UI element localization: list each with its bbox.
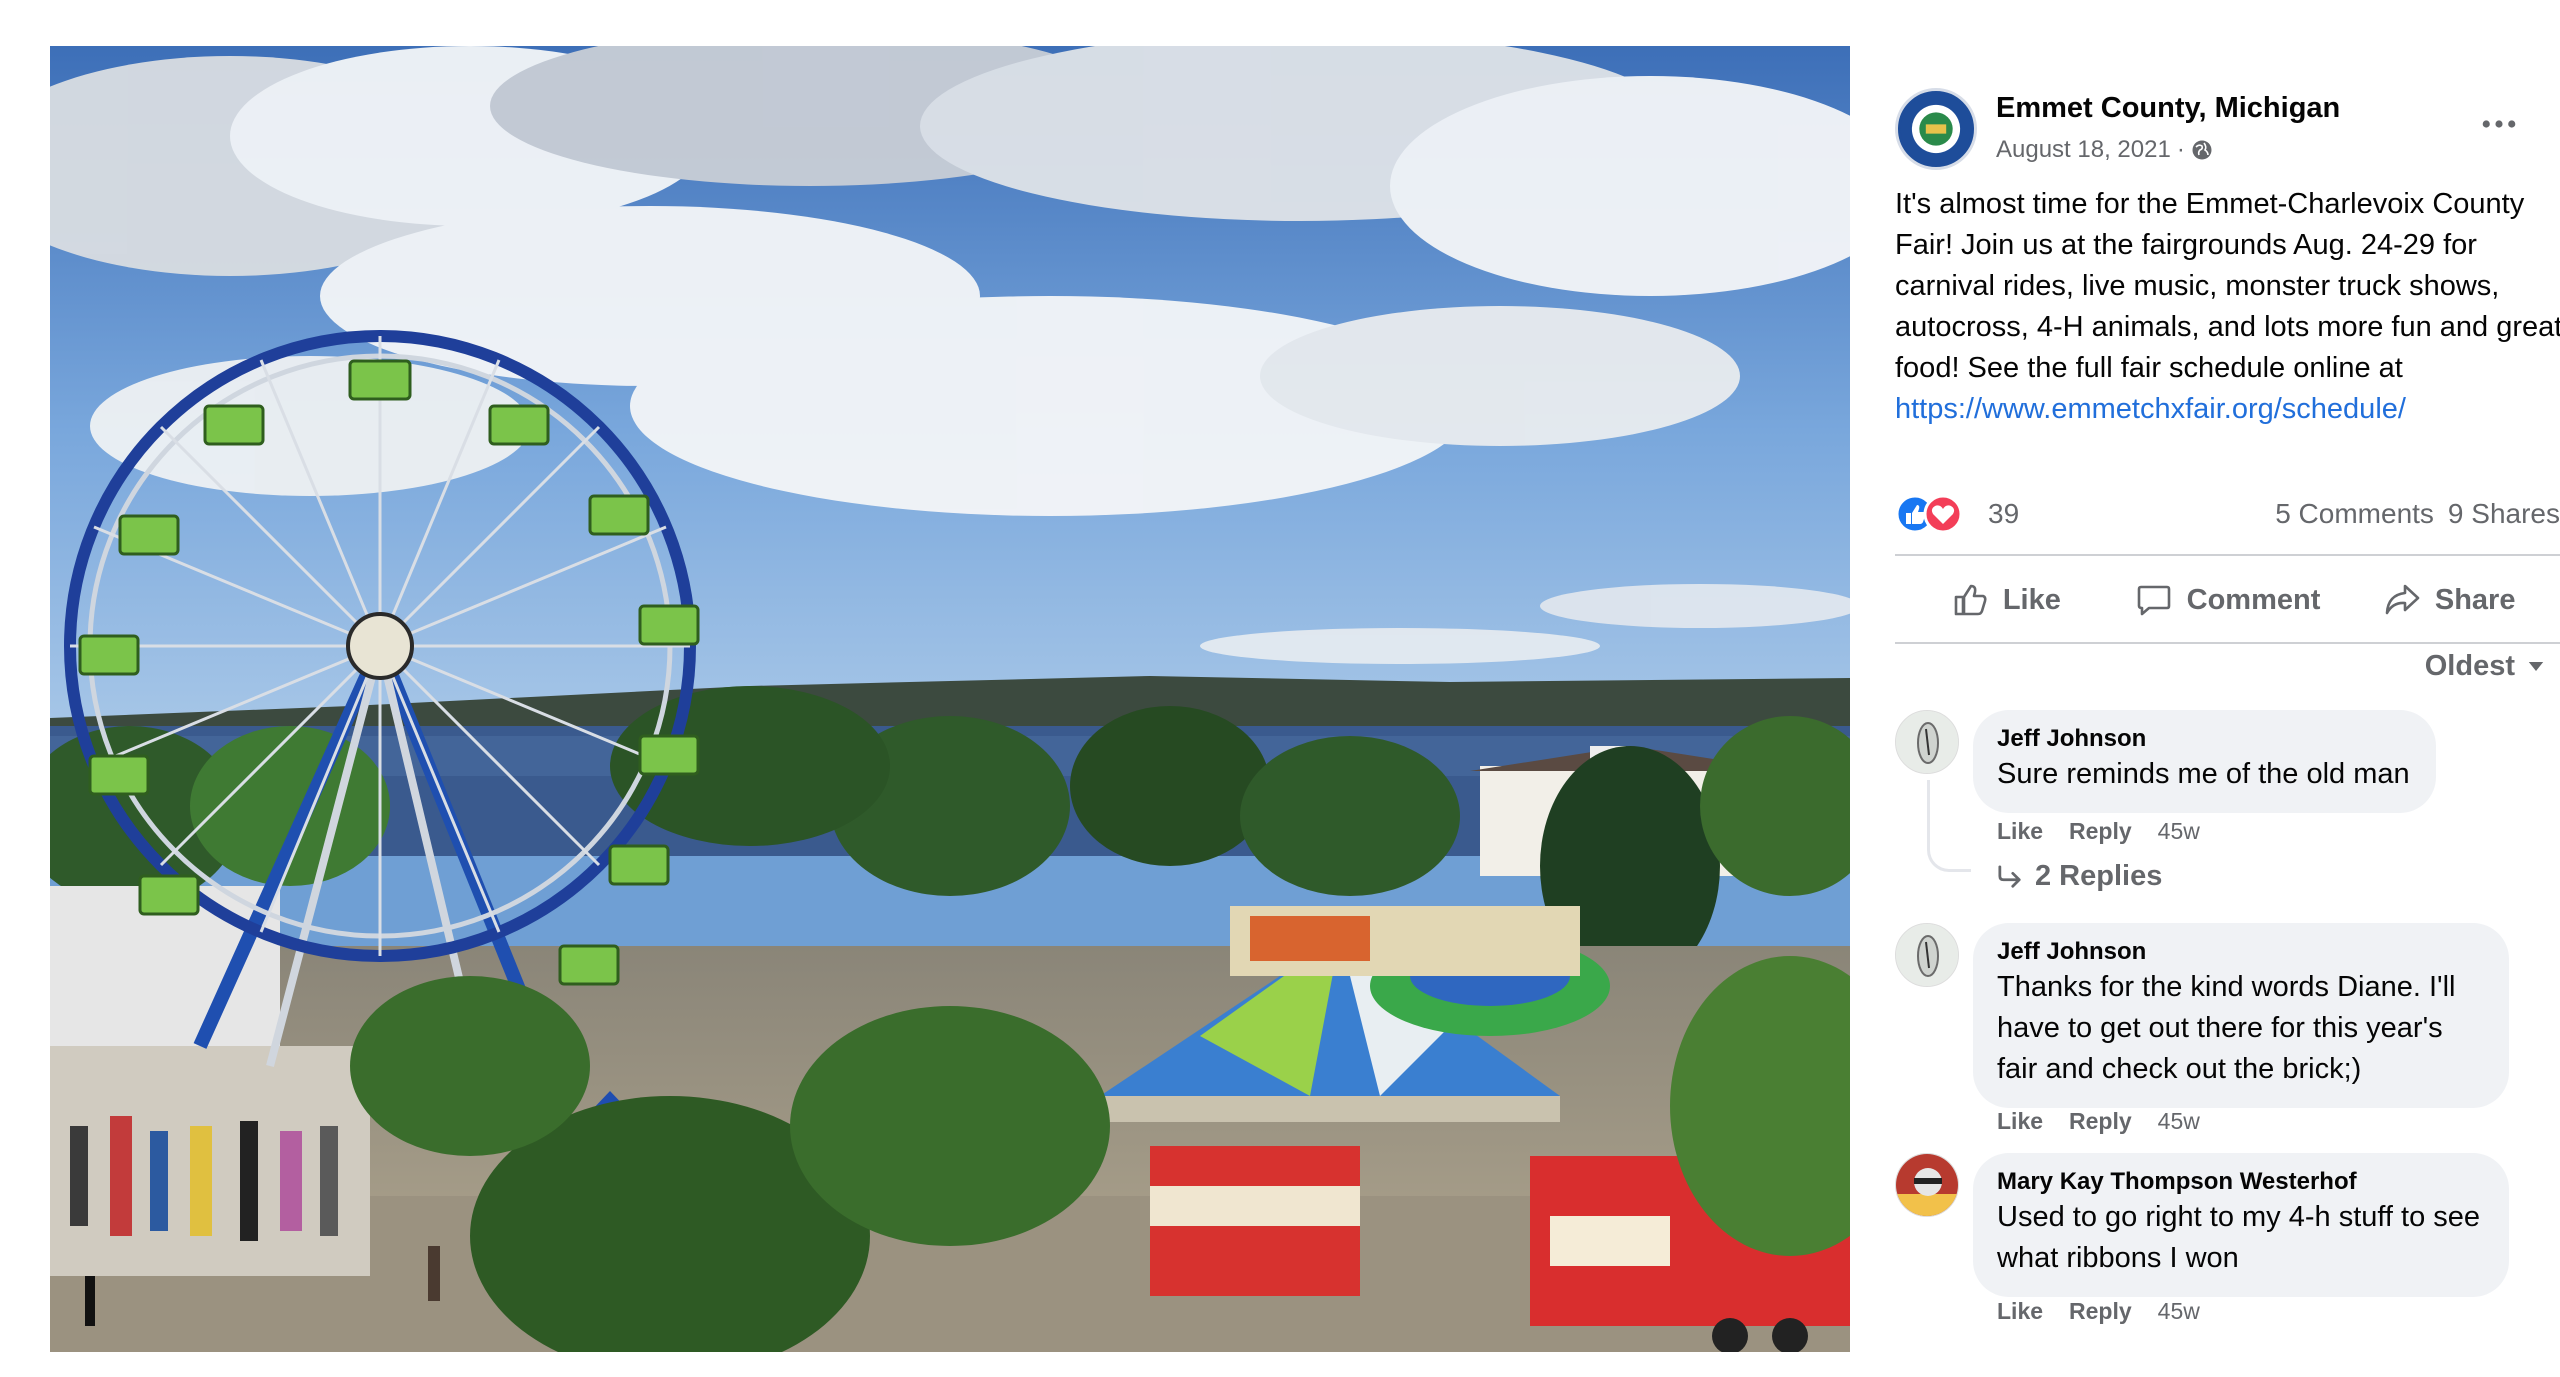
comment-reply-button[interactable]: Reply	[2069, 1298, 2132, 1325]
comment-text: Used to go right to my 4-h stuff to see …	[1997, 1201, 2481, 1274]
share-button[interactable]: Share	[2338, 568, 2560, 632]
comment-bubble-icon	[2137, 585, 2170, 616]
comment-time[interactable]: 45w	[2158, 818, 2200, 845]
comment-like-button[interactable]: Like	[1997, 818, 2043, 845]
comment-actions: Like Reply 45w	[1997, 1108, 2200, 1135]
fairground-photo	[50, 46, 1850, 1352]
comment-reply-button[interactable]: Reply	[2069, 818, 2132, 845]
comment-time[interactable]: 45w	[2158, 1298, 2200, 1325]
comment-bubble: Jeff Johnson Sure reminds me of the old …	[1973, 710, 2436, 813]
comment-button[interactable]: Comment	[2117, 568, 2339, 632]
comment-label: Comment	[2186, 583, 2321, 616]
comment-bubble: Mary Kay Thompson Westerhof Used to go r…	[1973, 1153, 2509, 1297]
sort-label: Oldest	[2424, 650, 2515, 682]
thread-line	[1927, 780, 1971, 872]
commenter-avatar[interactable]	[1895, 1153, 1959, 1217]
schedule-link[interactable]: https://www.emmetchxfair.org/schedule/	[1895, 389, 2560, 430]
comment-actions: Like Reply 45w	[1997, 1298, 2200, 1325]
replies-count: 2 Replies	[2035, 860, 2163, 892]
share-label: Share	[2434, 583, 2516, 616]
comment-item: Mary Kay Thompson Westerhof Used to go r…	[1895, 1153, 2560, 1333]
comment-bubble: Jeff Johnson Thanks for the kind words D…	[1973, 923, 2509, 1108]
share-arrow-icon	[2385, 584, 2420, 615]
comment-author[interactable]: Mary Kay Thompson Westerhof	[1997, 1167, 2483, 1197]
more-dots-icon	[2482, 120, 2516, 128]
comment-reply-button[interactable]: Reply	[2069, 1108, 2132, 1135]
comment-item: Jeff Johnson Sure reminds me of the old …	[1895, 710, 2560, 910]
page-name[interactable]: Emmet County, Michigan	[1996, 92, 2340, 125]
post-photo[interactable]	[50, 46, 1850, 1352]
meta-separator: ·	[2176, 136, 2185, 163]
reaction-count[interactable]: 39	[1988, 498, 2019, 530]
county-seal-icon[interactable]	[1895, 88, 1977, 170]
comment-sort-dropdown[interactable]: Oldest	[2425, 650, 2545, 683]
shares-count[interactable]: 9 Shares	[2448, 498, 2560, 530]
post-body: It's almost time for the Emmet-Charlevoi…	[1895, 184, 2560, 430]
reactions-bar: 39 5 Comments 9 Shares	[1895, 492, 2560, 536]
post-header: Emmet County, Michigan August 18, 2021 ·	[1895, 88, 2545, 178]
comments-count[interactable]: 5 Comments	[2275, 498, 2434, 530]
view-replies-link[interactable]: 2 Replies	[1997, 860, 2162, 893]
engagement-counts: 5 Comments 9 Shares	[2275, 498, 2560, 530]
divider-top	[1895, 554, 2560, 556]
post-sidebar: Emmet County, Michigan August 18, 2021 ·…	[1895, 0, 2560, 1377]
more-options-button[interactable]	[2473, 98, 2525, 150]
like-button[interactable]: Like	[1895, 568, 2117, 632]
post-text: It's almost time for the Emmet-Charlevoi…	[1895, 188, 2560, 384]
comment-author[interactable]: Jeff Johnson	[1997, 724, 2410, 754]
comment-like-button[interactable]: Like	[1997, 1108, 2043, 1135]
action-bar: Like Comment Share	[1895, 568, 2560, 632]
comment-item: Jeff Johnson Thanks for the kind words D…	[1895, 923, 2560, 1143]
post-date[interactable]: August 18, 2021	[1996, 136, 2171, 164]
comment-text: Thanks for the kind words Diane. I'll ha…	[1997, 971, 2456, 1085]
comment-like-button[interactable]: Like	[1997, 1298, 2043, 1325]
post-meta: August 18, 2021 ·	[1996, 136, 2213, 164]
comment-time[interactable]: 45w	[2158, 1108, 2200, 1135]
reply-arrow-icon	[1998, 864, 2021, 888]
globe-icon	[2191, 139, 2213, 161]
comment-text: Sure reminds me of the old man	[1997, 758, 2410, 790]
divider-bottom	[1895, 642, 2560, 644]
comment-author[interactable]: Jeff Johnson	[1997, 937, 2483, 967]
caret-down-icon	[2528, 662, 2544, 671]
commenter-avatar[interactable]	[1895, 710, 1959, 774]
reaction-icons[interactable]	[1895, 494, 1967, 534]
love-reaction-icon	[1923, 494, 1963, 534]
comment-actions: Like Reply 45w	[1997, 818, 2200, 845]
commenter-avatar[interactable]	[1895, 923, 1959, 987]
like-label: Like	[2002, 583, 2061, 616]
thumbs-up-icon	[1954, 584, 1987, 616]
